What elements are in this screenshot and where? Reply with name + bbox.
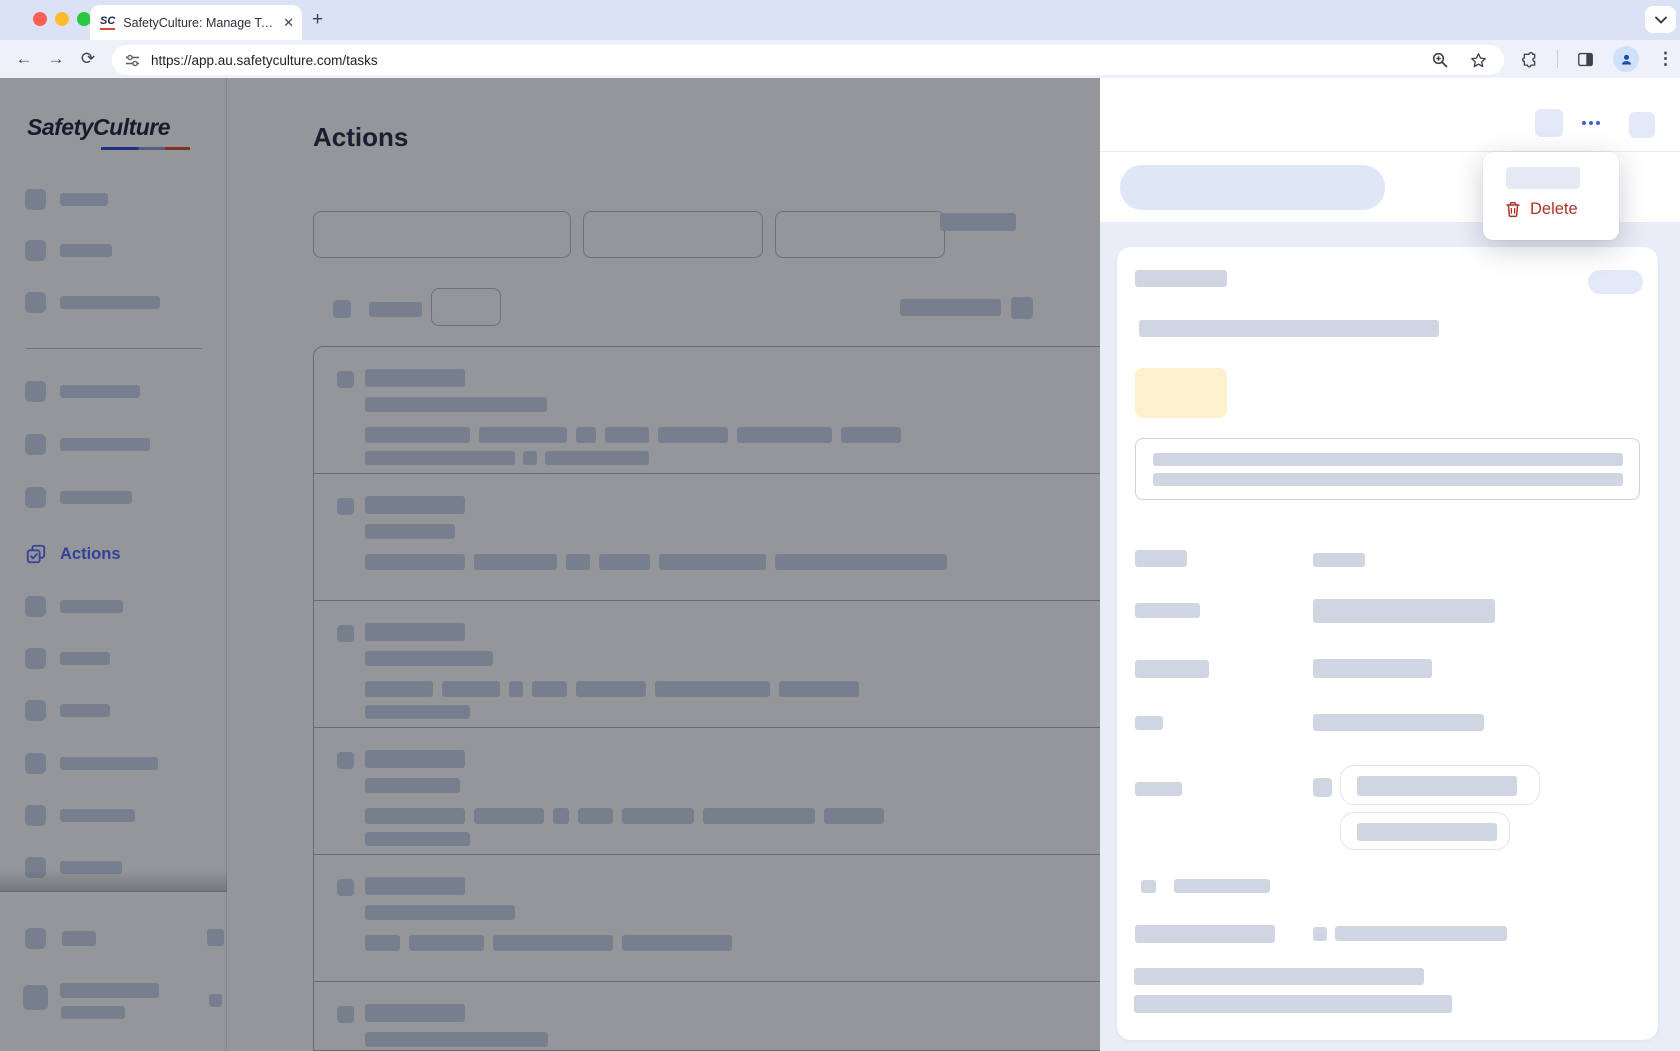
safetyculture-favicon: SC	[100, 15, 116, 30]
panel-header-button-skeleton[interactable]	[1535, 109, 1563, 137]
field-value-skeleton	[1313, 659, 1432, 678]
trash-icon	[1506, 202, 1520, 218]
new-tab-button[interactable]: +	[312, 10, 323, 30]
recurrence-label-skeleton	[1174, 879, 1270, 893]
menu-item-skeleton[interactable]	[1506, 167, 1580, 189]
field-label-skeleton	[1135, 603, 1200, 618]
meta-line-skeleton	[1134, 968, 1424, 985]
action-title-skeleton	[1120, 165, 1385, 210]
profile-avatar[interactable]	[1613, 46, 1639, 72]
meta-line-skeleton	[1134, 995, 1452, 1013]
side-panel-icon[interactable]	[1576, 50, 1595, 69]
minimize-window-button[interactable]	[55, 12, 69, 26]
toolbar-separator	[1557, 50, 1558, 68]
panel-body	[1100, 222, 1680, 1051]
tab-title: SafetyCulture: Manage Teams and...	[123, 15, 279, 30]
browser-tab-strip: SC SafetyCulture: Manage Teams and... ✕ …	[0, 0, 1680, 40]
bookmark-star-icon[interactable]	[1469, 51, 1488, 70]
card-title-skeleton	[1139, 320, 1439, 337]
action-detail-card	[1117, 247, 1658, 1040]
assignee-value-skeleton	[1335, 926, 1507, 941]
dim-overlay	[0, 78, 1100, 1051]
reload-icon[interactable]: ⟳	[72, 49, 104, 69]
assignee-label-skeleton	[1135, 925, 1275, 943]
delete-label: Delete	[1530, 200, 1578, 218]
date-input-skeleton[interactable]	[1340, 812, 1510, 850]
field-value-skeleton	[1313, 714, 1484, 731]
app-content: SafetyCulture Actions Actions	[0, 78, 1680, 1051]
description-input-skeleton[interactable]	[1135, 438, 1640, 500]
browser-tab[interactable]: SC SafetyCulture: Manage Teams and... ✕	[90, 5, 302, 40]
back-icon[interactable]: ←	[8, 49, 40, 69]
field-label-skeleton	[1135, 550, 1187, 567]
url-text[interactable]: https://app.au.safetyculture.com/tasks	[151, 53, 1431, 68]
forward-icon[interactable]: →	[40, 49, 72, 69]
field-label-skeleton	[1135, 782, 1182, 796]
date-input-skeleton[interactable]	[1340, 765, 1540, 805]
tab-search-chevron-icon[interactable]	[1645, 6, 1676, 33]
field-label-skeleton	[1135, 660, 1209, 678]
overflow-menu-button[interactable]	[1576, 109, 1606, 137]
zoom-window-button[interactable]	[77, 12, 91, 26]
zoom-icon[interactable]	[1431, 51, 1449, 69]
site-controls-icon[interactable]	[124, 52, 141, 69]
extensions-icon[interactable]	[1520, 50, 1539, 69]
priority-chip-skeleton[interactable]	[1135, 368, 1227, 418]
assignee-icon-skeleton	[1313, 927, 1327, 941]
field-value-skeleton	[1313, 599, 1495, 623]
browser-toolbar: ← → ⟳ https://app.au.safetyculture.com/t…	[0, 40, 1680, 78]
due-date-checkbox-skeleton[interactable]	[1313, 778, 1332, 797]
menu-kebab-icon[interactable]: ⋮	[1657, 49, 1674, 69]
address-bar[interactable]: https://app.au.safetyculture.com/tasks	[112, 45, 1504, 75]
recurrence-checkbox-skeleton[interactable]	[1141, 880, 1156, 893]
date-value-skeleton	[1357, 776, 1517, 796]
card-label-skeleton	[1135, 270, 1227, 287]
tab-close-icon[interactable]: ✕	[283, 15, 294, 31]
date-value-skeleton	[1357, 823, 1497, 841]
status-pill-skeleton[interactable]	[1588, 270, 1643, 294]
field-label-skeleton	[1135, 716, 1163, 730]
menu-item-delete[interactable]: Delete	[1505, 200, 1578, 219]
close-window-button[interactable]	[33, 12, 47, 26]
field-value-skeleton	[1313, 553, 1365, 567]
panel-header	[1100, 78, 1680, 152]
overflow-context-menu: Delete	[1483, 152, 1619, 240]
panel-close-button-skeleton[interactable]	[1629, 112, 1655, 138]
